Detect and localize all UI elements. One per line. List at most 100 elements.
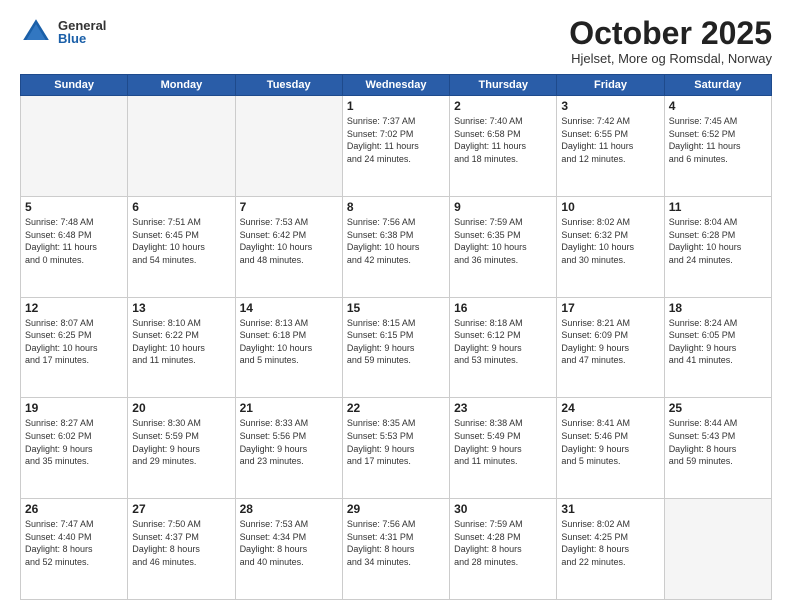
table-row <box>128 96 235 197</box>
table-row: 4 Sunrise: 7:45 AM Sunset: 6:52 PM Daylig… <box>664 96 771 197</box>
day-number: 29 <box>347 502 445 516</box>
day-number: 19 <box>25 401 123 415</box>
day-number: 8 <box>347 200 445 214</box>
day-info: Sunrise: 7:40 AM Sunset: 6:58 PM Dayligh… <box>454 115 552 165</box>
day-info: Sunrise: 7:42 AM Sunset: 6:55 PM Dayligh… <box>561 115 659 165</box>
day-info: Sunrise: 8:27 AM Sunset: 6:02 PM Dayligh… <box>25 417 123 467</box>
day-number: 18 <box>669 301 767 315</box>
logo: General Blue <box>20 16 106 48</box>
day-info: Sunrise: 8:07 AM Sunset: 6:25 PM Dayligh… <box>25 317 123 367</box>
day-info: Sunrise: 8:04 AM Sunset: 6:28 PM Dayligh… <box>669 216 767 266</box>
day-number: 14 <box>240 301 338 315</box>
title-block: October 2025 Hjelset, More og Romsdal, N… <box>569 16 772 66</box>
col-sunday: Sunday <box>21 75 128 96</box>
day-info: Sunrise: 8:18 AM Sunset: 6:12 PM Dayligh… <box>454 317 552 367</box>
day-info: Sunrise: 7:56 AM Sunset: 6:38 PM Dayligh… <box>347 216 445 266</box>
table-row: 11Sunrise: 8:04 AM Sunset: 6:28 PM Dayli… <box>664 196 771 297</box>
month-title: October 2025 <box>569 16 772 51</box>
table-row: 16Sunrise: 8:18 AM Sunset: 6:12 PM Dayli… <box>450 297 557 398</box>
day-info: Sunrise: 7:56 AM Sunset: 4:31 PM Dayligh… <box>347 518 445 568</box>
col-friday: Friday <box>557 75 664 96</box>
day-number: 1 <box>347 99 445 113</box>
day-number: 20 <box>132 401 230 415</box>
table-row: 18 Sunrise: 8:24 AM Sunset: 6:05 PM Dayli… <box>664 297 771 398</box>
day-info: Sunrise: 8:02 AM Sunset: 4:25 PM Dayligh… <box>561 518 659 568</box>
day-number: 23 <box>454 401 552 415</box>
table-row: 8 Sunrise: 7:56 AM Sunset: 6:38 PM Daylig… <box>342 196 449 297</box>
day-info: Sunrise: 7:53 AM Sunset: 4:34 PM Dayligh… <box>240 518 338 568</box>
day-number: 22 <box>347 401 445 415</box>
day-info: Sunrise: 8:33 AM Sunset: 5:56 PM Dayligh… <box>240 417 338 467</box>
calendar-table: Sunday Monday Tuesday Wednesday Thursday… <box>20 74 772 600</box>
logo-icon <box>20 16 52 48</box>
day-number: 30 <box>454 502 552 516</box>
day-number: 25 <box>669 401 767 415</box>
day-number: 2 <box>454 99 552 113</box>
day-number: 4 <box>669 99 767 113</box>
calendar-header-row: Sunday Monday Tuesday Wednesday Thursday… <box>21 75 772 96</box>
day-info: Sunrise: 8:24 AM Sunset: 6:05 PM Dayligh… <box>669 317 767 367</box>
col-monday: Monday <box>128 75 235 96</box>
day-number: 5 <box>25 200 123 214</box>
day-info: Sunrise: 8:15 AM Sunset: 6:15 PM Dayligh… <box>347 317 445 367</box>
table-row: 23 Sunrise: 8:38 AM Sunset: 5:49 PM Dayli… <box>450 398 557 499</box>
table-row: 12Sunrise: 8:07 AM Sunset: 6:25 PM Dayli… <box>21 297 128 398</box>
col-saturday: Saturday <box>664 75 771 96</box>
calendar-week-row: 1 Sunrise: 7:37 AM Sunset: 7:02 PM Daylig… <box>21 96 772 197</box>
calendar-week-row: 26 Sunrise: 7:47 AM Sunset: 4:40 PM Dayli… <box>21 499 772 600</box>
table-row: 26 Sunrise: 7:47 AM Sunset: 4:40 PM Dayli… <box>21 499 128 600</box>
table-row: 28 Sunrise: 7:53 AM Sunset: 4:34 PM Dayli… <box>235 499 342 600</box>
table-row: 22Sunrise: 8:35 AM Sunset: 5:53 PM Dayli… <box>342 398 449 499</box>
day-number: 27 <box>132 502 230 516</box>
table-row: 27 Sunrise: 7:50 AM Sunset: 4:37 PM Dayli… <box>128 499 235 600</box>
table-row <box>664 499 771 600</box>
page: General Blue October 2025 Hjelset, More … <box>0 0 792 612</box>
table-row: 2 Sunrise: 7:40 AM Sunset: 6:58 PM Daylig… <box>450 96 557 197</box>
day-info: Sunrise: 7:45 AM Sunset: 6:52 PM Dayligh… <box>669 115 767 165</box>
table-row: 13 Sunrise: 8:10 AM Sunset: 6:22 PM Dayli… <box>128 297 235 398</box>
day-info: Sunrise: 7:51 AM Sunset: 6:45 PM Dayligh… <box>132 216 230 266</box>
header: General Blue October 2025 Hjelset, More … <box>20 16 772 66</box>
table-row: 25 Sunrise: 8:44 AM Sunset: 5:43 PM Dayli… <box>664 398 771 499</box>
table-row <box>21 96 128 197</box>
day-info: Sunrise: 7:53 AM Sunset: 6:42 PM Dayligh… <box>240 216 338 266</box>
table-row: 10Sunrise: 8:02 AM Sunset: 6:32 PM Dayli… <box>557 196 664 297</box>
day-info: Sunrise: 8:30 AM Sunset: 5:59 PM Dayligh… <box>132 417 230 467</box>
table-row: 1 Sunrise: 7:37 AM Sunset: 7:02 PM Daylig… <box>342 96 449 197</box>
day-number: 13 <box>132 301 230 315</box>
calendar-week-row: 5 Sunrise: 7:48 AM Sunset: 6:48 PM Daylig… <box>21 196 772 297</box>
day-info: Sunrise: 7:47 AM Sunset: 4:40 PM Dayligh… <box>25 518 123 568</box>
table-row: 30 Sunrise: 7:59 AM Sunset: 4:28 PM Dayli… <box>450 499 557 600</box>
table-row: 31Sunrise: 8:02 AM Sunset: 4:25 PM Dayli… <box>557 499 664 600</box>
day-info: Sunrise: 8:41 AM Sunset: 5:46 PM Dayligh… <box>561 417 659 467</box>
table-row: 21Sunrise: 8:33 AM Sunset: 5:56 PM Dayli… <box>235 398 342 499</box>
location-label: Hjelset, More og Romsdal, Norway <box>569 51 772 66</box>
day-info: Sunrise: 8:10 AM Sunset: 6:22 PM Dayligh… <box>132 317 230 367</box>
table-row: 29 Sunrise: 7:56 AM Sunset: 4:31 PM Dayli… <box>342 499 449 600</box>
day-info: Sunrise: 8:21 AM Sunset: 6:09 PM Dayligh… <box>561 317 659 367</box>
table-row: 20 Sunrise: 8:30 AM Sunset: 5:59 PM Dayli… <box>128 398 235 499</box>
calendar-week-row: 19 Sunrise: 8:27 AM Sunset: 6:02 PM Dayli… <box>21 398 772 499</box>
table-row: 19 Sunrise: 8:27 AM Sunset: 6:02 PM Dayli… <box>21 398 128 499</box>
col-tuesday: Tuesday <box>235 75 342 96</box>
logo-blue-label: Blue <box>58 32 106 45</box>
day-info: Sunrise: 7:37 AM Sunset: 7:02 PM Dayligh… <box>347 115 445 165</box>
day-number: 6 <box>132 200 230 214</box>
day-info: Sunrise: 7:59 AM Sunset: 4:28 PM Dayligh… <box>454 518 552 568</box>
table-row: 7Sunrise: 7:53 AM Sunset: 6:42 PM Daylig… <box>235 196 342 297</box>
day-number: 26 <box>25 502 123 516</box>
table-row: 6 Sunrise: 7:51 AM Sunset: 6:45 PM Daylig… <box>128 196 235 297</box>
day-info: Sunrise: 7:48 AM Sunset: 6:48 PM Dayligh… <box>25 216 123 266</box>
day-info: Sunrise: 8:38 AM Sunset: 5:49 PM Dayligh… <box>454 417 552 467</box>
day-number: 24 <box>561 401 659 415</box>
day-number: 9 <box>454 200 552 214</box>
day-info: Sunrise: 7:50 AM Sunset: 4:37 PM Dayligh… <box>132 518 230 568</box>
day-number: 28 <box>240 502 338 516</box>
day-info: Sunrise: 8:44 AM Sunset: 5:43 PM Dayligh… <box>669 417 767 467</box>
table-row: 5 Sunrise: 7:48 AM Sunset: 6:48 PM Daylig… <box>21 196 128 297</box>
day-number: 15 <box>347 301 445 315</box>
table-row: 14Sunrise: 8:13 AM Sunset: 6:18 PM Dayli… <box>235 297 342 398</box>
calendar-week-row: 12Sunrise: 8:07 AM Sunset: 6:25 PM Dayli… <box>21 297 772 398</box>
table-row: 9Sunrise: 7:59 AM Sunset: 6:35 PM Daylig… <box>450 196 557 297</box>
table-row: 3Sunrise: 7:42 AM Sunset: 6:55 PM Daylig… <box>557 96 664 197</box>
